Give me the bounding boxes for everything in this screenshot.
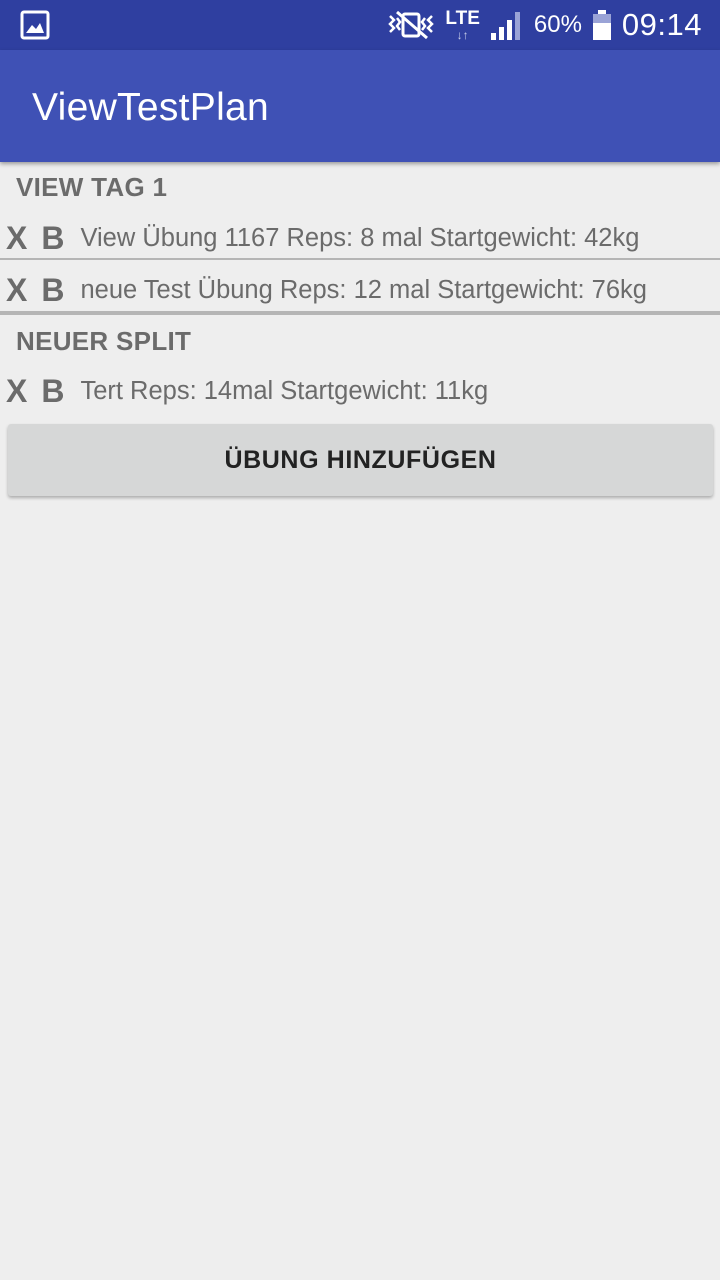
lte-indicator: LTE ↓↑ [445, 9, 479, 41]
app-title: ViewTestPlan [32, 86, 270, 129]
exercise-text: Tert Reps: 14mal Startgewicht: 11kg [80, 376, 489, 405]
lte-label: LTE [445, 8, 480, 29]
battery-icon [592, 10, 611, 40]
edit-exercise-button[interactable]: B [41, 220, 64, 257]
exercise-text: View Übung 1167 Reps: 8 mal Startgewicht… [80, 223, 640, 252]
delete-exercise-button[interactable]: X [6, 373, 27, 410]
section-header: VIEW TAG 1 [16, 172, 168, 202]
delete-exercise-button[interactable]: X [6, 220, 27, 257]
status-bar: LTE ↓↑ 60% 09:14 [0, 0, 720, 50]
battery-percent: 60% [533, 11, 582, 38]
list-item: X B View Übung 1167 Reps: 8 mal Startgew… [0, 212, 720, 264]
section-divider [0, 311, 720, 315]
list-item: X B neue Test Übung Reps: 12 mal Startge… [0, 264, 720, 316]
add-exercise-button[interactable]: ÜBUNG HINZUFÜGEN [8, 424, 713, 496]
signal-icon [490, 12, 520, 40]
app-bar: ViewTestPlan [0, 50, 720, 162]
row-divider [0, 258, 720, 260]
gallery-icon [20, 10, 50, 40]
delete-exercise-button[interactable]: X [6, 272, 27, 309]
list-item: X B Tert Reps: 14mal Startgewicht: 11kg [0, 365, 720, 417]
exercise-text: neue Test Übung Reps: 12 mal Startgewich… [80, 275, 647, 304]
status-indicators: LTE ↓↑ 60% 09:14 [387, 0, 702, 50]
section-header: NEUER SPLIT [16, 326, 192, 356]
edit-exercise-button[interactable]: B [41, 373, 64, 410]
vibrate-icon [388, 10, 435, 40]
clock: 09:14 [621, 7, 702, 42]
data-arrows-icon: ↓↑ [456, 28, 469, 42]
edit-exercise-button[interactable]: B [41, 272, 64, 309]
